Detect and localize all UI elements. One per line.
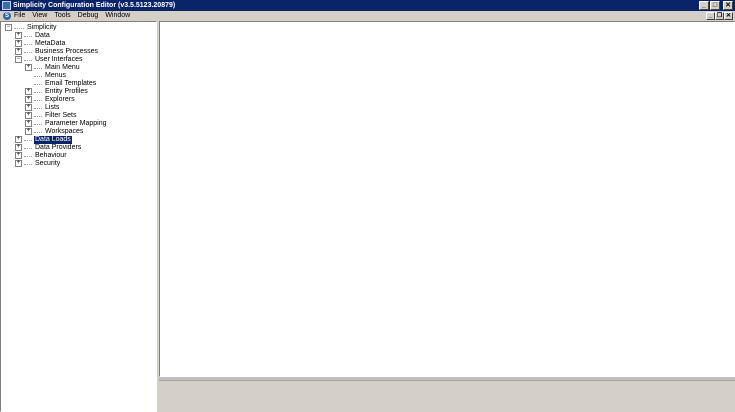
tree-connector	[34, 92, 42, 93]
title-bar[interactable]: Simplicity Configuration Editor (v3.5.51…	[0, 0, 735, 11]
tree-connector	[34, 116, 42, 117]
menu-bar: S File View Tools Debug Window _ ❐ ✕	[0, 11, 735, 21]
maximize-button[interactable]: □	[710, 1, 720, 10]
configuration-tree[interactable]: − Simplicity + Data + MetaData + Busines…	[0, 21, 157, 412]
tree-connector	[34, 68, 42, 69]
menu-view[interactable]: View	[32, 11, 47, 21]
tree-node-label[interactable]: Menus	[44, 72, 67, 80]
tree-node-label[interactable]: Business Processes	[34, 48, 99, 56]
tree-node-label[interactable]: Email Templates	[44, 80, 97, 88]
editor-content-area[interactable]	[159, 21, 735, 377]
tree-connector	[24, 140, 32, 141]
tree-connector	[24, 148, 32, 149]
collapse-icon[interactable]: −	[5, 24, 12, 31]
tree-connector	[34, 100, 42, 101]
menu-window[interactable]: Window	[105, 11, 130, 21]
tree-node-label[interactable]: User Interfaces	[34, 56, 83, 64]
document-icon[interactable]: S	[3, 12, 11, 20]
tree-connector	[34, 124, 42, 125]
menu-debug[interactable]: Debug	[78, 11, 99, 21]
document-window-controls: _ ❐ ✕	[706, 12, 733, 20]
tree-connector	[24, 156, 32, 157]
tree-connector	[24, 36, 32, 37]
tree-node-label[interactable]: Workspaces	[44, 128, 84, 136]
expand-icon[interactable]: +	[25, 88, 32, 95]
tree-connector	[24, 44, 32, 45]
tree-connector	[34, 108, 42, 109]
expand-icon[interactable]: +	[25, 128, 32, 135]
expand-icon[interactable]: +	[15, 32, 22, 39]
tree-connector	[24, 164, 32, 165]
menu-file[interactable]: File	[14, 11, 25, 21]
collapse-icon[interactable]: −	[15, 56, 22, 63]
expand-icon[interactable]: +	[25, 64, 32, 71]
expand-icon[interactable]: +	[25, 112, 32, 119]
expand-icon[interactable]: +	[25, 104, 32, 111]
window-title: Simplicity Configuration Editor (v3.5.51…	[13, 2, 176, 9]
close-button[interactable]: ✕	[723, 1, 733, 10]
expand-icon[interactable]: +	[15, 48, 22, 55]
tree-node-label[interactable]: Explorers	[44, 96, 76, 104]
tree-connector	[34, 76, 42, 77]
tree-connector	[34, 132, 42, 133]
window-controls: _ □ ✕	[699, 1, 733, 10]
tree-node-label[interactable]: Simplicity	[26, 24, 58, 32]
expand-icon[interactable]: +	[15, 40, 22, 47]
document-close-button[interactable]: ✕	[724, 12, 733, 20]
tree-connector	[24, 60, 32, 61]
bottom-panel	[159, 380, 735, 412]
tree-connector	[14, 28, 24, 29]
tree-node-label[interactable]: Filter Sets	[44, 112, 78, 120]
expand-icon[interactable]: +	[15, 136, 22, 143]
tree-connector	[34, 84, 42, 85]
minimize-button[interactable]: _	[699, 1, 709, 10]
tree-node-label[interactable]: Lists	[44, 104, 60, 112]
tree-node-label[interactable]: MetaData	[34, 40, 66, 48]
document-restore-button[interactable]: ❐	[715, 12, 724, 20]
tree-node-label[interactable]: Security	[34, 160, 61, 168]
tree-node-label[interactable]: Data Providers	[34, 144, 82, 152]
expand-icon[interactable]: +	[25, 96, 32, 103]
expand-icon[interactable]: +	[15, 160, 22, 167]
tree-node-label[interactable]: Parameter Mapping	[44, 120, 107, 128]
document-minimize-button[interactable]: _	[706, 12, 715, 20]
tree-node-label[interactable]: Main Menu	[44, 64, 81, 72]
tree-node-label-selected[interactable]: Data Loads	[34, 136, 72, 144]
tree-connector	[24, 52, 32, 53]
expand-icon[interactable]: +	[15, 144, 22, 151]
tree-node-label[interactable]: Behaviour	[34, 152, 68, 160]
menu-tools[interactable]: Tools	[54, 11, 70, 21]
app-icon	[2, 1, 11, 10]
tree-node-label[interactable]: Data	[34, 32, 51, 40]
tree-node-label[interactable]: Entity Profiles	[44, 88, 89, 96]
expand-icon[interactable]: +	[25, 120, 32, 127]
expand-icon[interactable]: +	[15, 152, 22, 159]
